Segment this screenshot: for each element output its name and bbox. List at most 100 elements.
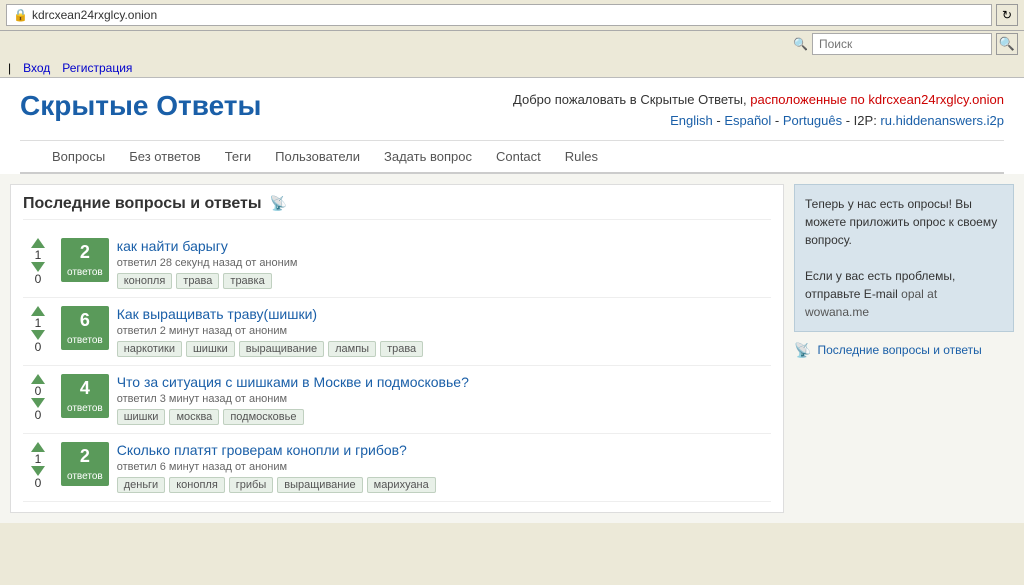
vote-count-up-4: 1 — [35, 452, 42, 466]
answer-count-box-3: 4 ответов — [61, 374, 109, 418]
tag[interactable]: конопля — [169, 477, 225, 493]
tag[interactable]: конопля — [117, 273, 173, 289]
site-nav-wrapper: Вопросы Без ответов Теги Пользователи За… — [0, 140, 1024, 174]
lang-links: English - Español - Português - I2P: ru.… — [513, 111, 1004, 132]
question-tags-2: наркотики шишки выращивание лампы трава — [117, 341, 771, 357]
answer-count-label-3: ответов — [67, 403, 103, 414]
tag[interactable]: грибы — [229, 477, 273, 493]
nav-ask[interactable]: Задать вопрос — [372, 141, 484, 172]
vote-count-down-4: 0 — [35, 476, 42, 490]
rss-icon[interactable]: 📡 — [270, 195, 287, 212]
sidebar-polls-text2: Если у вас есть проблемы, отправьте E-ma… — [805, 267, 1003, 321]
lang-i2p[interactable]: ru.hiddenanswers.i2p — [880, 113, 1004, 128]
question-body-4: Сколько платят гроверам конопли и грибов… — [117, 442, 771, 493]
sidebar-polls-box: Теперь у нас есть опросы! Вы можете прил… — [794, 184, 1014, 332]
vote-count-up-1: 1 — [35, 248, 42, 262]
address-bar[interactable]: 🔒 kdrcxean24rxglcy.onion — [6, 4, 992, 26]
vote-down-1[interactable] — [31, 262, 45, 272]
content-area: Последние вопросы и ответы 📡 1 0 2 ответ… — [10, 184, 784, 513]
vote-count-down-2: 0 — [35, 340, 42, 354]
tag[interactable]: лампы — [328, 341, 376, 357]
tag[interactable]: выращивание — [239, 341, 324, 357]
vote-up-4[interactable] — [31, 442, 45, 452]
question-item: 0 0 4 ответов Что за ситуация с шишками … — [23, 366, 771, 434]
address-text: kdrcxean24rxglcy.onion — [32, 8, 157, 22]
tag[interactable]: трава — [380, 341, 423, 357]
question-item: 1 0 2 ответов как найти барыгу ответил 2… — [23, 230, 771, 298]
answer-count-label-2: ответов — [67, 335, 103, 346]
site-tagline: Добро пожаловать в Скрытые Ответы, распо… — [513, 90, 1004, 132]
site-logo: Скрытые Ответы — [20, 90, 261, 122]
tag[interactable]: шишки — [117, 409, 166, 425]
section-title: Последние вопросы и ответы 📡 — [23, 195, 771, 220]
vote-box-1: 1 0 — [23, 238, 53, 287]
question-meta-1: ответил 28 секунд назад от аноним — [117, 257, 771, 269]
vote-down-4[interactable] — [31, 466, 45, 476]
answer-count-num-1: 2 — [67, 242, 103, 263]
search-submit-button[interactable]: 🔍 — [996, 33, 1018, 55]
search-icon: 🔍 — [793, 37, 808, 51]
nav-users[interactable]: Пользователи — [263, 141, 372, 172]
search-bar-row: 🔍 🔍 — [0, 31, 1024, 59]
address-bar-row: 🔒 kdrcxean24rxglcy.onion ↻ — [0, 0, 1024, 31]
page: Скрытые Ответы Добро пожаловать в Скрыты… — [0, 78, 1024, 523]
nav-questions[interactable]: Вопросы — [40, 141, 117, 172]
section-title-text: Последние вопросы и ответы — [23, 195, 262, 213]
bookmark-login[interactable]: Вход — [23, 61, 50, 75]
sidebar-polls-text1: Теперь у нас есть опросы! Вы можете прил… — [805, 195, 1003, 249]
bookmark-register[interactable]: Регистрация — [62, 61, 132, 75]
tag[interactable]: подмосковье — [223, 409, 303, 425]
answer-count-num-3: 4 — [67, 378, 103, 399]
answer-count-label-4: ответов — [67, 471, 103, 482]
sidebar: Теперь у нас есть опросы! Вы можете прил… — [794, 184, 1014, 513]
vote-down-3[interactable] — [31, 398, 45, 408]
search-input[interactable] — [812, 33, 992, 55]
question-meta-3: ответил 3 минут назад от аноним — [117, 393, 771, 405]
tag[interactable]: деньги — [117, 477, 166, 493]
answer-count-box-4: 2 ответов — [61, 442, 109, 486]
bookmarks-bar: | Вход Регистрация — [0, 59, 1024, 78]
nav-tags[interactable]: Теги — [213, 141, 263, 172]
answer-count-box-1: 2 ответов — [61, 238, 109, 282]
tag[interactable]: москва — [169, 409, 219, 425]
tagline-prefix: Добро пожаловать в Скрытые Ответы, — [513, 92, 750, 107]
site-nav: Вопросы Без ответов Теги Пользователи За… — [20, 140, 1004, 174]
nav-rules[interactable]: Rules — [553, 141, 610, 172]
tag[interactable]: трава — [176, 273, 219, 289]
tag[interactable]: марихуана — [367, 477, 436, 493]
tag[interactable]: выращивание — [277, 477, 362, 493]
vote-box-4: 1 0 — [23, 442, 53, 491]
tag[interactable]: травка — [223, 273, 271, 289]
vote-up-2[interactable] — [31, 306, 45, 316]
tagline-text: Добро пожаловать в Скрытые Ответы, распо… — [513, 90, 1004, 111]
lang-spanish[interactable]: Español — [724, 113, 771, 128]
vote-up-1[interactable] — [31, 238, 45, 248]
answer-count-box-2: 6 ответов — [61, 306, 109, 350]
sidebar-rss[interactable]: 📡 Последние вопросы и ответы — [794, 342, 1014, 359]
vote-down-2[interactable] — [31, 330, 45, 340]
question-tags-3: шишки москва подмосковье — [117, 409, 771, 425]
question-tags-4: деньги конопля грибы выращивание марихуа… — [117, 477, 771, 493]
tag[interactable]: шишки — [186, 341, 235, 357]
answer-count-num-4: 2 — [67, 446, 103, 467]
question-title-4[interactable]: Сколько платят гроверам конопли и грибов… — [117, 442, 407, 458]
main-content: Последние вопросы и ответы 📡 1 0 2 ответ… — [0, 174, 1024, 523]
vote-up-3[interactable] — [31, 374, 45, 384]
tag[interactable]: наркотики — [117, 341, 182, 357]
lang-portuguese[interactable]: Português — [783, 113, 842, 128]
address-lock-icon: 🔒 — [13, 8, 28, 22]
question-meta-2: ответил 2 минут назад от аноним — [117, 325, 771, 337]
vote-count-down-1: 0 — [35, 272, 42, 286]
question-title-1[interactable]: как найти барыгу — [117, 238, 228, 254]
question-title-2[interactable]: Как выращивать траву(шишки) — [117, 306, 317, 322]
site-header: Скрытые Ответы Добро пожаловать в Скрыты… — [0, 78, 1024, 140]
rss-feed-icon: 📡 — [794, 342, 811, 359]
nav-contact[interactable]: Contact — [484, 141, 553, 172]
question-body-3: Что за ситуация с шишками в Москве и под… — [117, 374, 771, 425]
refresh-button[interactable]: ↻ — [996, 4, 1018, 26]
nav-unanswered[interactable]: Без ответов — [117, 141, 212, 172]
vote-count-down-3: 0 — [35, 408, 42, 422]
question-body-1: как найти барыгу ответил 28 секунд назад… — [117, 238, 771, 289]
question-title-3[interactable]: Что за ситуация с шишками в Москве и под… — [117, 374, 469, 390]
lang-english[interactable]: English — [670, 113, 713, 128]
